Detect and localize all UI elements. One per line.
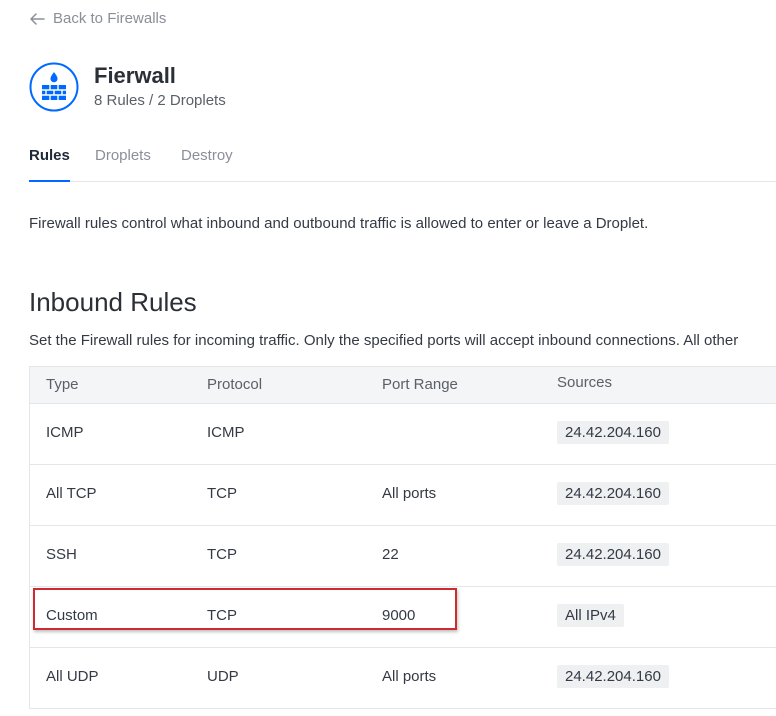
rule-type: All UDP [46,668,99,685]
back-link-label: Back to Firewalls [53,10,167,27]
firewall-rules-page: Back to Firewalls Fierwall 8 Rules / 2 D… [0,0,776,716]
inbound-rules-table: Type Protocol Port Range Sources ICMP IC… [29,366,776,709]
rule-protocol: ICMP [207,424,245,441]
table-row[interactable]: ICMP ICMP 24.42.204.160 [30,404,776,465]
rule-port-range: All ports [382,485,437,502]
firewall-brick-icon [29,62,79,112]
column-header-type: Type [46,376,79,393]
rule-type: Custom [46,607,98,624]
arrow-left-icon [30,12,45,25]
rule-port-range: All ports [382,668,437,685]
tab-bar: Rules Droplets Destroy [29,146,776,182]
rule-protocol: TCP [207,607,237,624]
table-row[interactable]: SSH TCP 22 24.42.204.160 [30,526,776,587]
source-chip: 24.42.204.160 [557,421,669,444]
table-row[interactable]: Custom TCP 9000 All IPv4 [30,587,776,648]
firewall-name: Fierwall [94,62,176,88]
rule-protocol: TCP [207,485,237,502]
rule-port-range: 22 [382,546,399,563]
table-header: Type Protocol Port Range Sources [30,367,776,404]
inbound-rules-subtitle: Set the Firewall rules for incoming traf… [29,332,739,349]
rule-protocol: UDP [207,668,239,685]
rule-type: ICMP [46,424,84,441]
inbound-rules-title: Inbound Rules [29,287,197,317]
rule-type: SSH [46,546,77,563]
tab-droplets[interactable]: Droplets [95,146,151,180]
column-header-port-range: Port Range [382,376,458,393]
source-chip: 24.42.204.160 [557,543,669,566]
tab-rules[interactable]: Rules [29,146,70,182]
table-row[interactable]: All UDP UDP All ports 24.42.204.160 [30,648,776,708]
rule-protocol: TCP [207,546,237,563]
tab-destroy[interactable]: Destroy [181,146,233,180]
back-to-firewalls-link[interactable]: Back to Firewalls [29,10,166,27]
source-chip: All IPv4 [557,604,624,627]
rules-description: Firewall rules control what inbound and … [29,215,649,232]
firewall-meta: 8 Rules / 2 Droplets [94,91,226,109]
firewall-header: Fierwall 8 Rules / 2 Droplets [29,62,226,112]
source-chip: 24.42.204.160 [557,665,669,688]
rule-port-range: 9000 [382,607,416,624]
column-header-protocol: Protocol [207,376,263,393]
source-chip: 24.42.204.160 [557,482,669,505]
table-row[interactable]: All TCP TCP All ports 24.42.204.160 [30,465,776,526]
rule-type: All TCP [46,485,97,502]
column-header-sources: Sources [557,374,613,391]
